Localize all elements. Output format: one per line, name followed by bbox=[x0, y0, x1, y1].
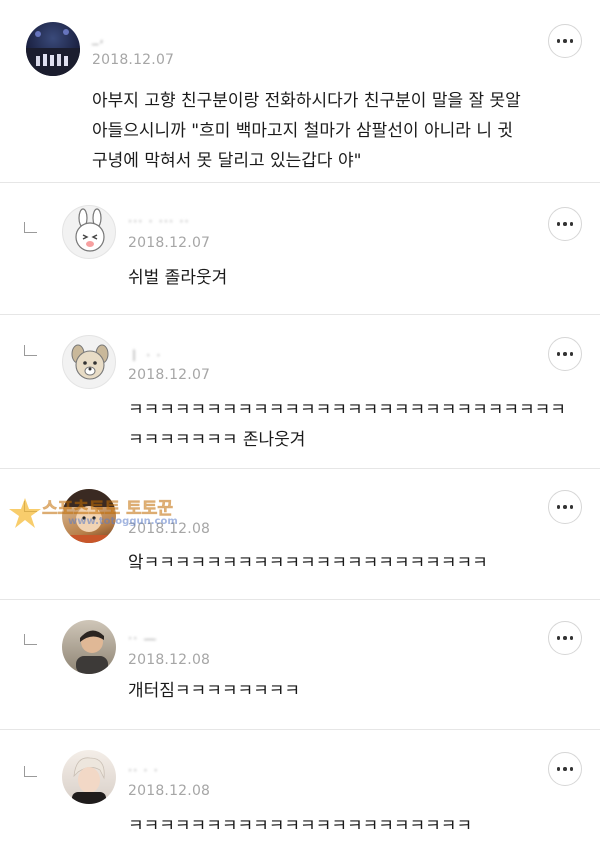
more-horizontal-icon bbox=[556, 636, 561, 640]
avatar[interactable] bbox=[62, 750, 116, 804]
reply-item: ㅣ · · 2018.12.07 ㅋㅋㅋㅋㅋㅋㅋㅋㅋㅋㅋㅋㅋㅋㅋㅋㅋㅋㅋㅋㅋㅋㅋ… bbox=[0, 315, 600, 469]
more-dot bbox=[569, 222, 574, 226]
comment-item: _, 2018.12.07 아부지 고향 친구분이랑 전화하시다가 친구분이 말… bbox=[0, 0, 600, 183]
concert-photo-icon bbox=[26, 29, 80, 76]
reply-item: ··· · ··· ·· 2018.12.07 쉬벌 졸라웃겨 bbox=[0, 183, 600, 315]
more-dot bbox=[563, 505, 567, 509]
comment-date: 2018.12.08 bbox=[128, 652, 211, 668]
character-avatar-icon bbox=[62, 489, 116, 543]
more-horizontal-icon bbox=[556, 222, 561, 226]
reply-arrow-icon bbox=[24, 766, 37, 777]
reply-item: ·· · · 2018.12.08 ㅋㅋㅋㅋㅋㅋㅋㅋㅋㅋㅋㅋㅋㅋㅋㅋㅋㅋㅋㅋㅋㅋ bbox=[0, 730, 600, 859]
person-photo-2-icon bbox=[72, 757, 106, 804]
comment-text: 앜ㅋㅋㅋㅋㅋㅋㅋㅋㅋㅋㅋㅋㅋㅋㅋㅋㅋㅋㅋㅋㅋㅋ bbox=[128, 553, 488, 573]
more-options-button[interactable] bbox=[548, 490, 582, 524]
reply-arrow-icon bbox=[24, 634, 37, 645]
avatar[interactable] bbox=[62, 205, 116, 259]
comment-text: 쉬벌 졸라웃겨 bbox=[128, 268, 228, 288]
comment-author: ·· — bbox=[128, 632, 158, 647]
more-options-button[interactable] bbox=[548, 24, 582, 58]
comment-date: 2018.12.07 bbox=[128, 235, 211, 251]
comment-text: 개터짐ㅋㅋㅋㅋㅋㅋㅋㅋ bbox=[128, 681, 301, 701]
dog-cartoon-icon bbox=[71, 344, 109, 380]
more-horizontal-icon bbox=[556, 39, 561, 43]
more-dot bbox=[569, 636, 574, 640]
comment-date: 2018.12.08 bbox=[128, 783, 211, 799]
reply-arrow-icon bbox=[24, 222, 37, 233]
more-horizontal-icon bbox=[556, 767, 561, 771]
more-dot bbox=[563, 39, 567, 43]
comment-author: ··· · ··· ·· bbox=[128, 215, 190, 230]
bunny-cartoon-icon bbox=[75, 208, 105, 252]
more-dot bbox=[563, 636, 567, 640]
avatar[interactable] bbox=[62, 335, 116, 389]
comment-author: ㅣ · · bbox=[128, 349, 162, 364]
comment-text: 아부지 고향 친구분이랑 전화하시다가 친구분이 말을 잘 못알 아들으시니까 … bbox=[92, 91, 521, 171]
reply-item: 2018.12.08 앜ㅋㅋㅋㅋㅋㅋㅋㅋㅋㅋㅋㅋㅋㅋㅋㅋㅋㅋㅋㅋㅋㅋ bbox=[0, 469, 600, 600]
avatar[interactable] bbox=[26, 22, 80, 76]
more-dot bbox=[563, 222, 567, 226]
more-dot bbox=[569, 352, 574, 356]
reply-item: ·· — 2018.12.08 개터짐ㅋㅋㅋㅋㅋㅋㅋㅋ bbox=[0, 600, 600, 730]
more-options-button[interactable] bbox=[548, 337, 582, 371]
more-dot bbox=[569, 767, 574, 771]
reply-arrow-icon bbox=[24, 501, 37, 512]
comment-author: ·· · · bbox=[128, 764, 159, 779]
avatar[interactable] bbox=[62, 489, 116, 543]
person-photo-icon bbox=[76, 630, 108, 674]
avatar[interactable] bbox=[62, 620, 116, 674]
comment-text: ㅋㅋㅋㅋㅋㅋㅋㅋㅋㅋㅋㅋㅋㅋㅋㅋㅋㅋㅋㅋㅋㅋㅋㅋㅋㅋㅋㅋ ㅋㅋㅋㅋㅋㅋㅋ 존나웃… bbox=[128, 400, 566, 450]
more-horizontal-icon bbox=[556, 505, 561, 509]
more-dot bbox=[563, 352, 567, 356]
more-options-button[interactable] bbox=[548, 621, 582, 655]
more-options-button[interactable] bbox=[548, 752, 582, 786]
more-dot bbox=[563, 767, 567, 771]
comment-date: 2018.12.07 bbox=[92, 52, 175, 68]
comment-date: 2018.12.07 bbox=[128, 367, 211, 383]
more-dot bbox=[569, 505, 574, 509]
reply-arrow-icon bbox=[24, 345, 37, 356]
comment-text: ㅋㅋㅋㅋㅋㅋㅋㅋㅋㅋㅋㅋㅋㅋㅋㅋㅋㅋㅋㅋㅋㅋ bbox=[128, 816, 473, 836]
more-options-button[interactable] bbox=[548, 207, 582, 241]
comment-date: 2018.12.08 bbox=[128, 521, 211, 537]
comment-author: _, bbox=[92, 31, 105, 46]
more-horizontal-icon bbox=[556, 352, 561, 356]
more-dot bbox=[569, 39, 574, 43]
